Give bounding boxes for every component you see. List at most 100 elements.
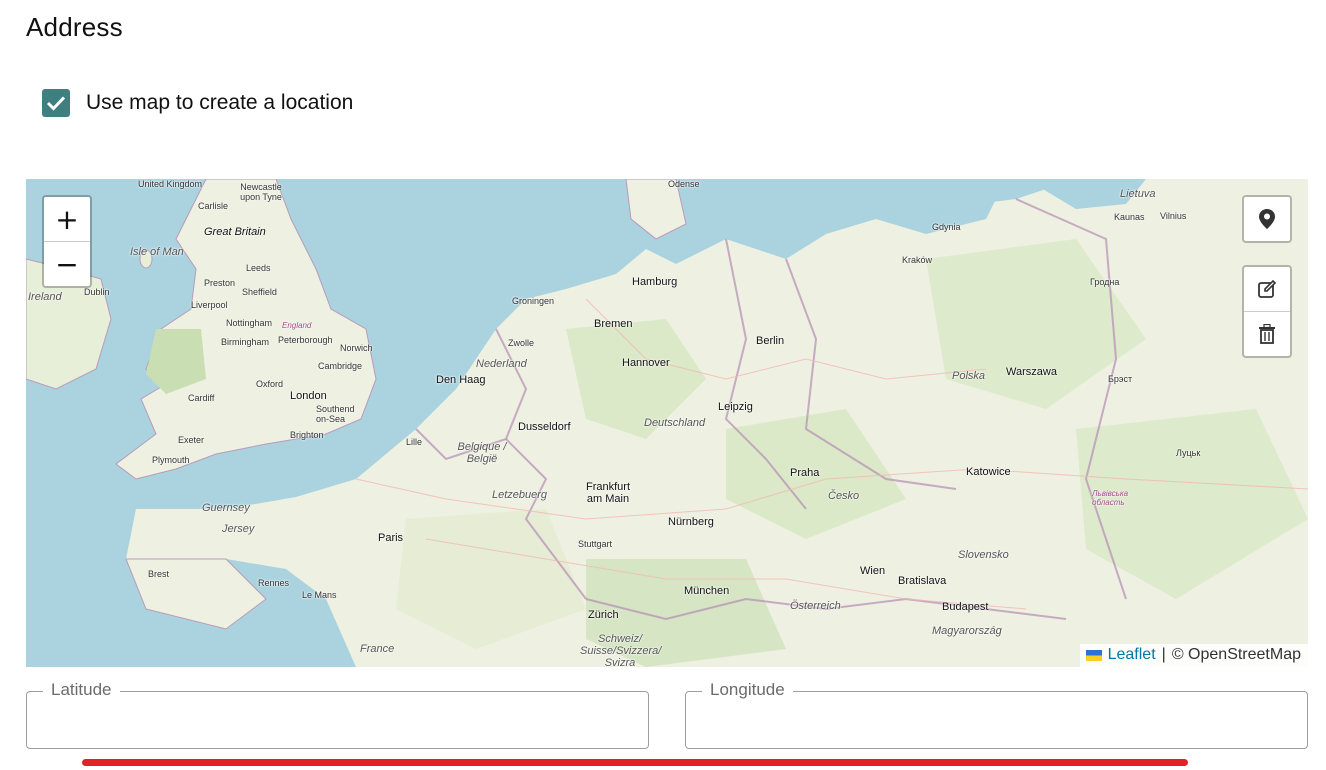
map-label-lutsk: Луцьк: [1176, 448, 1201, 458]
map-label-ireland: Ireland: [28, 291, 62, 303]
map-label-great-britain: Great Britain: [204, 226, 266, 238]
map-label-sheffield: Sheffield: [242, 287, 277, 297]
map-label-bremen: Bremen: [594, 318, 633, 330]
map-label-jersey: Jersey: [222, 523, 255, 535]
map-label-norwich: Norwich: [340, 343, 373, 353]
map-label-praha: Praha: [790, 467, 820, 479]
delete-layers-button[interactable]: [1244, 311, 1290, 356]
map-label-france: France: [360, 643, 395, 655]
map-label-krakow: Kraków: [902, 255, 933, 265]
osm-attribution[interactable]: © OpenStreetMap: [1172, 646, 1301, 664]
map-label-cardiff: Cardiff: [188, 393, 215, 403]
edit-icon: [1258, 279, 1277, 298]
latitude-field[interactable]: Latitude: [26, 680, 649, 749]
marker-tool-box: [1242, 195, 1292, 243]
map-label-luxembourg: Letzebuerg: [492, 489, 548, 501]
map-label-polska: Polska: [952, 370, 986, 382]
longitude-label: Longitude: [702, 680, 793, 700]
map-label-hamburg: Hamburg: [632, 276, 678, 288]
map-label-paris: Paris: [378, 532, 404, 544]
map-label-peterborough: Peterborough: [278, 335, 333, 345]
map-label-gdynia: Gdynia: [932, 222, 961, 232]
ukraine-flag-icon: [1085, 649, 1102, 661]
map-label-wien: Wien: [860, 565, 886, 577]
leaflet-link[interactable]: Leaflet: [1108, 646, 1156, 664]
use-map-checkbox-row[interactable]: Use map to create a location: [42, 89, 353, 117]
map-label-lietuva: Lietuva: [1120, 188, 1156, 200]
map-label-lviv: Львівська область: [1092, 489, 1129, 507]
map-label-warszawa: Warszawa: [1006, 366, 1057, 378]
map-label-katowice: Katowice: [966, 466, 1011, 478]
map-label-nederland: Nederland: [476, 358, 527, 370]
map-label-hannover: Hannover: [622, 357, 670, 369]
map-label-uk: United Kingdom: [138, 179, 203, 189]
map-label-berlin: Berlin: [756, 335, 785, 347]
map-label-brighton: Brighton: [290, 430, 324, 440]
map-label-frankfurt: Frankfurt am Main: [585, 481, 630, 505]
map-label-guernsey: Guernsey: [202, 502, 250, 514]
latitude-input[interactable]: [27, 692, 648, 748]
map-label-brest: Brest: [148, 569, 170, 579]
map-label-vilnius: Vilnius: [1160, 211, 1187, 221]
map-label-le-mans: Le Mans: [302, 590, 337, 600]
map-label-zurich: Zürich: [588, 609, 619, 621]
zoom-out-button[interactable]: −: [44, 241, 90, 286]
map-label-groningen: Groningen: [512, 296, 555, 306]
highlight-underline: [82, 759, 1188, 766]
map-label-carlisle: Carlisle: [198, 201, 229, 211]
map-label-cesko: Česko: [828, 490, 860, 502]
map-attribution: Leaflet | © OpenStreetMap: [1079, 644, 1308, 667]
attribution-separator: |: [1161, 646, 1166, 663]
draw-marker-button[interactable]: [1244, 197, 1290, 241]
map-label-grodno: Гродна: [1090, 277, 1120, 287]
map-view[interactable]: United Kingdom Newcastle upon Tyne Carli…: [26, 179, 1308, 667]
use-map-checkbox[interactable]: [42, 89, 70, 117]
map-label-preston: Preston: [204, 278, 236, 288]
map-label-leeds: Leeds: [246, 263, 271, 273]
map-label-rennes: Rennes: [258, 578, 290, 588]
longitude-input[interactable]: [686, 692, 1307, 748]
map-label-dublin: Dublin: [84, 287, 110, 297]
zoom-in-button[interactable]: +: [44, 197, 90, 241]
map-label-brest-by: Брэст: [1108, 374, 1133, 384]
edit-tool-box: [1242, 265, 1292, 358]
map-label-nurnberg: Nürnberg: [668, 516, 714, 528]
map-label-belgium: Belgique / België: [457, 441, 507, 465]
map-label-osterreich: Österreich: [790, 600, 841, 612]
map-label-england: England: [282, 321, 312, 330]
map-label-isle-of-man: Isle of Man: [130, 246, 184, 258]
map-label-kaunas: Kaunas: [1114, 212, 1145, 222]
zoom-control: + −: [42, 195, 92, 288]
map-label-london: London: [290, 390, 327, 402]
section-title: Address: [26, 12, 123, 42]
map-label-bratislava: Bratislava: [898, 575, 947, 587]
map-label-cambridge: Cambridge: [318, 361, 363, 371]
map-label-exeter: Exeter: [178, 435, 205, 445]
map-label-magyarorszag: Magyarország: [932, 625, 1002, 637]
edit-layers-button[interactable]: [1244, 267, 1290, 311]
map-label-dusseldorf: Dusseldorf: [518, 421, 571, 433]
map-label-nottingham: Nottingham: [226, 318, 273, 328]
trash-icon: [1259, 324, 1275, 344]
map-label-leipzig: Leipzig: [718, 401, 753, 413]
longitude-field[interactable]: Longitude: [685, 680, 1308, 749]
map-label-deutschland: Deutschland: [644, 417, 706, 429]
map-label-munchen: München: [684, 585, 730, 597]
map-label-stuttgart: Stuttgart: [578, 539, 613, 549]
marker-icon: [1259, 209, 1275, 229]
map-label-budapest: Budapest: [942, 601, 989, 613]
map-label-den-haag: Den Haag: [436, 374, 486, 386]
checkmark-icon: [46, 96, 66, 111]
map-label-schweiz: Schweiz/ Suisse/Svizzera/ Svizra: [580, 633, 662, 667]
map-label-slovensko: Slovensko: [958, 549, 1009, 561]
map-label-southend: Southend on-Sea: [316, 404, 355, 424]
latitude-label: Latitude: [43, 680, 120, 700]
map-label-birmingham: Birmingham: [221, 337, 270, 347]
map-label-oxford: Oxford: [256, 379, 284, 389]
map-label-odense: Odense: [668, 179, 700, 189]
map-label-zwolle: Zwolle: [508, 338, 535, 348]
map-label-liverpool: Liverpool: [191, 300, 228, 310]
map-label-lille: Lille: [406, 437, 423, 447]
map-label-newcastle: Newcastle upon Tyne: [240, 182, 282, 202]
use-map-checkbox-label[interactable]: Use map to create a location: [86, 91, 353, 115]
